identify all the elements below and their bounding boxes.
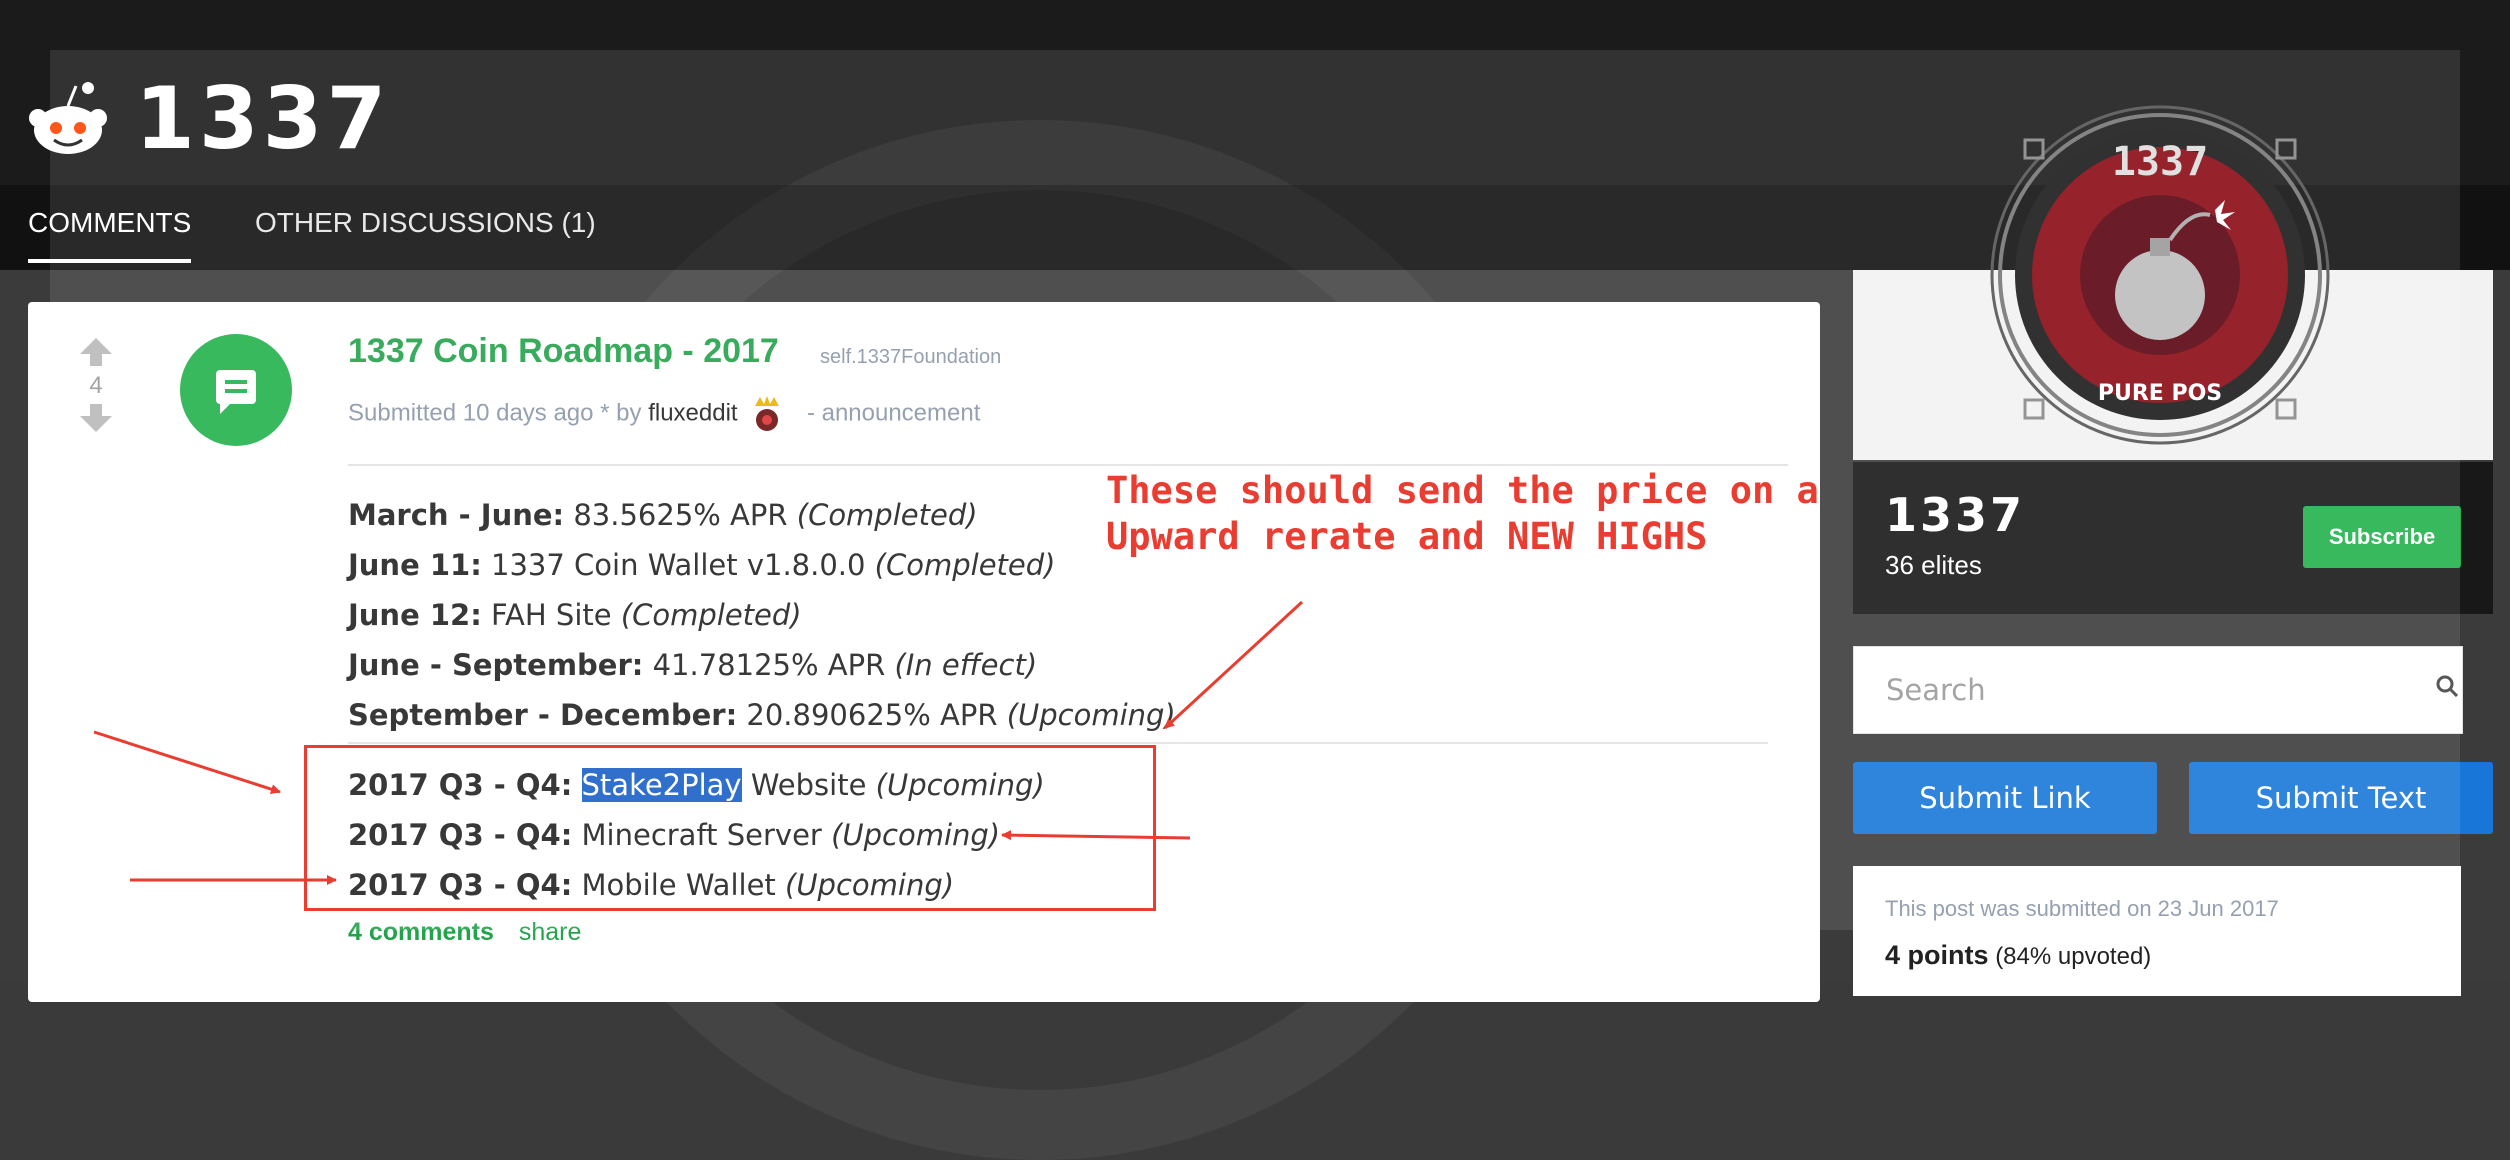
points-summary: 4 points (84% upvoted): [1885, 940, 2152, 970]
screenshot-overlay: [50, 50, 2460, 930]
